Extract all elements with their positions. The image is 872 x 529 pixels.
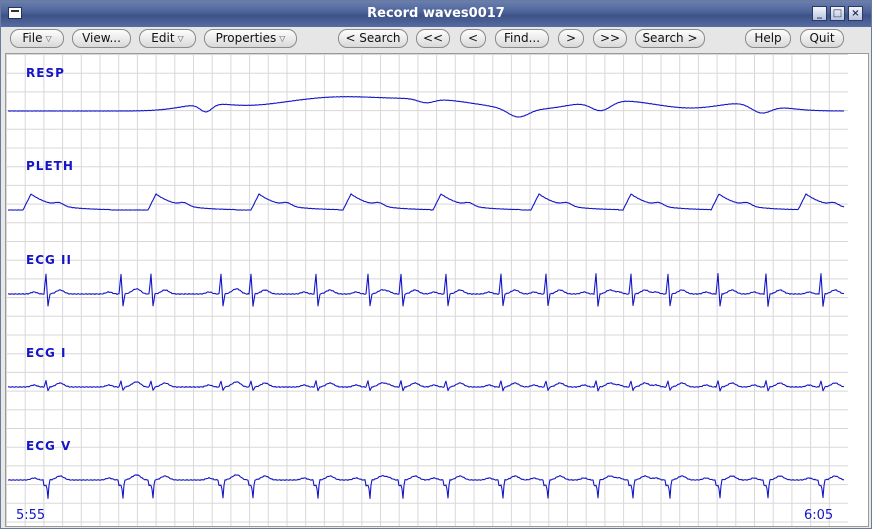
- signal-label-ecg-ii: ECG II: [26, 253, 72, 267]
- dropdown-arrow-icon: ▽: [177, 34, 184, 43]
- quit-button[interactable]: Quit: [800, 29, 844, 48]
- ecg-i-trace: [7, 379, 845, 392]
- signal-label-resp: RESP: [26, 66, 65, 80]
- signal-label-pleth: PLETH: [26, 159, 74, 173]
- grid-lines: [6, 54, 848, 526]
- title-bar[interactable]: Record waves0017 _ □ ×: [1, 1, 871, 27]
- waveform-canvas: [6, 54, 848, 526]
- search-forward-button[interactable]: Search >: [635, 29, 705, 48]
- properties-label: Properties: [215, 31, 277, 45]
- next-page-button[interactable]: >>: [593, 29, 627, 48]
- ecg-v-trace: [7, 474, 845, 499]
- help-button[interactable]: Help: [745, 29, 791, 48]
- time-start-label: 5:55: [16, 508, 46, 523]
- find-button[interactable]: Find...: [495, 29, 549, 48]
- signal-label-ecg-i: ECG I: [26, 346, 67, 360]
- properties-menu-button[interactable]: Properties ▽: [204, 29, 297, 48]
- file-label: File: [22, 31, 43, 45]
- file-menu-button[interactable]: File ▽: [10, 29, 64, 48]
- waveform-panel[interactable]: RESP PLETH ECG II ECG I ECG V 5:55 6:05: [5, 53, 869, 527]
- maximize-icon[interactable]: □: [830, 6, 845, 21]
- app-window: Record waves0017 _ □ × File ▽ View... Edi…: [0, 0, 872, 529]
- view-button[interactable]: View...: [72, 29, 131, 48]
- signal-label-ecg-v: ECG V: [26, 439, 72, 453]
- dropdown-arrow-icon: ▽: [45, 34, 52, 43]
- prev-page-button[interactable]: <<: [416, 29, 450, 48]
- prev-button[interactable]: <: [460, 29, 486, 48]
- toolbar: File ▽ View... Edit ▽ Properties ▽ < Search…: [1, 27, 871, 53]
- next-button[interactable]: >: [558, 29, 584, 48]
- edit-label: Edit: [151, 31, 175, 45]
- close-icon[interactable]: ×: [848, 6, 863, 21]
- dropdown-arrow-icon: ▽: [279, 34, 286, 43]
- edit-menu-button[interactable]: Edit ▽: [139, 29, 196, 48]
- minimize-icon[interactable]: _: [812, 6, 827, 21]
- search-back-button[interactable]: < Search: [338, 29, 408, 48]
- window-title: Record waves0017: [367, 6, 505, 21]
- resp-trace: [8, 95, 845, 118]
- time-end-label: 6:05: [804, 508, 834, 523]
- pleth-trace: [7, 193, 845, 211]
